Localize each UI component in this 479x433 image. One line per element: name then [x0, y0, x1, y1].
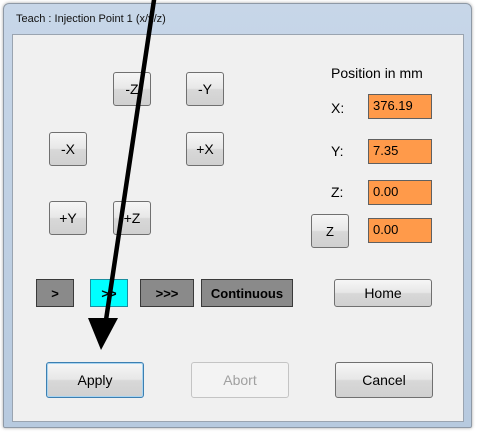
y-position-field[interactable]: 7.35: [368, 139, 432, 164]
y-label: Y:: [331, 143, 344, 159]
jog-minus-y-button[interactable]: -Y: [186, 72, 224, 106]
speed-fast-button[interactable]: >>>: [140, 279, 194, 307]
home-button[interactable]: Home: [334, 279, 432, 307]
speed-continuous-button[interactable]: Continuous: [201, 279, 293, 307]
abort-button[interactable]: Abort: [191, 362, 289, 398]
x-position-field[interactable]: 376.19: [368, 94, 432, 119]
window-title: Teach : Injection Point 1 (x/y/z): [16, 13, 166, 25]
jog-minus-x-button[interactable]: -X: [49, 132, 87, 166]
x-label: X:: [331, 100, 345, 116]
dialog-client-area: -Z -Y -X +X +Y +Z Position in mm X: 376.…: [12, 34, 464, 422]
position-heading: Position in mm: [331, 65, 423, 81]
speed-medium-button[interactable]: >>: [90, 279, 128, 307]
jog-minus-z-button[interactable]: -Z: [113, 72, 151, 106]
apply-button[interactable]: Apply: [46, 362, 144, 398]
z-target-field[interactable]: 0.00: [368, 218, 432, 243]
jog-plus-x-button[interactable]: +X: [186, 132, 224, 166]
z-label: Z:: [331, 184, 344, 200]
speed-slow-button[interactable]: >: [36, 279, 74, 307]
teach-dialog-window: Teach : Injection Point 1 (x/y/z) -Z -Y …: [3, 3, 472, 428]
z-position-field[interactable]: 0.00: [368, 180, 432, 205]
cancel-button[interactable]: Cancel: [335, 362, 433, 398]
z-teach-button[interactable]: Z: [311, 214, 349, 248]
jog-plus-z-button[interactable]: +Z: [113, 201, 151, 235]
jog-plus-y-button[interactable]: +Y: [49, 201, 87, 235]
